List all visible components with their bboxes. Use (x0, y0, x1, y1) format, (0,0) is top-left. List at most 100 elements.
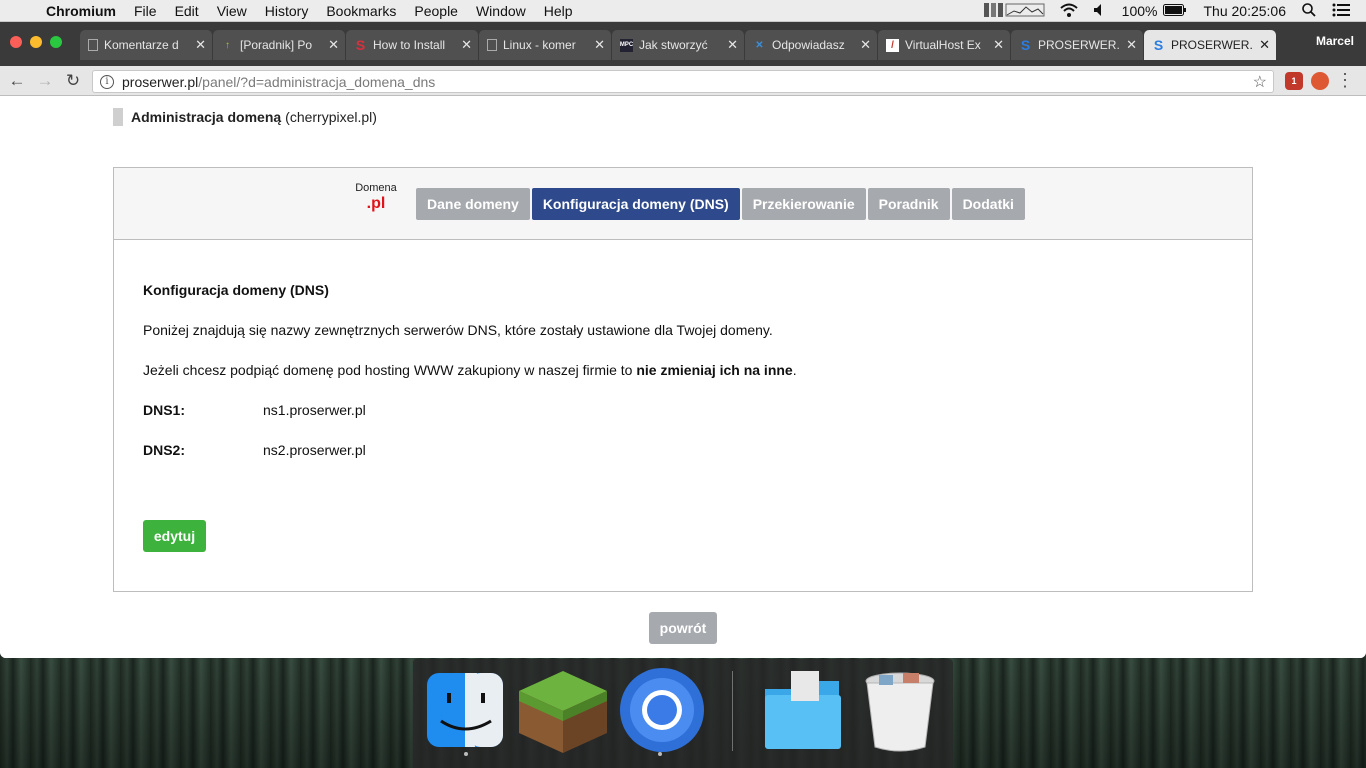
menu-edit[interactable]: Edit (175, 3, 199, 19)
s-logo-icon: S (355, 37, 366, 53)
site-info-icon[interactable]: i (100, 74, 114, 89)
close-window-button[interactable] (10, 36, 22, 48)
browser-tab[interactable]: Linux - komer ✕ (479, 30, 611, 60)
spotlight-search-icon[interactable] (1302, 2, 1316, 20)
menubar-clock[interactable]: Thu 20:25:06 (1203, 3, 1286, 19)
mpc-icon: MPC (620, 38, 633, 52)
browser-tab[interactable]: S How to Install ✕ (346, 30, 478, 60)
menu-view[interactable]: View (217, 3, 247, 19)
menu-help[interactable]: Help (544, 3, 573, 19)
tab-title: Odpowiadasz (772, 38, 845, 52)
tab-poradnik[interactable]: Poradnik (867, 188, 950, 220)
back-button[interactable]: powrót (649, 612, 717, 644)
menu-history[interactable]: History (265, 3, 309, 19)
browser-tab[interactable]: MPC Jak stworzyć ✕ (612, 30, 744, 60)
tab-title: Komentarze d (104, 38, 179, 52)
close-tab-icon[interactable]: ✕ (727, 37, 738, 53)
volume-icon[interactable] (1093, 3, 1106, 19)
running-indicator (464, 752, 468, 756)
browser-window: Komentarze d ✕ ↑ [Poradnik] Po ✕ S How to In… (0, 22, 1366, 658)
trash-icon (865, 672, 935, 752)
browser-menu-icon[interactable]: ⋮ (1336, 70, 1354, 91)
arrow-icon: ↑ (225, 39, 230, 51)
close-tab-icon[interactable]: ✕ (1259, 37, 1270, 53)
chromium-icon (620, 668, 704, 752)
tab-konfiguracja-dns[interactable]: Konfiguracja domeny (DNS) (531, 188, 740, 220)
close-tab-icon[interactable]: ✕ (860, 37, 871, 53)
url-host: proserwer.pl (122, 73, 199, 90)
page-content: Administracja domeną (cherrypixel.pl) Do… (0, 96, 1366, 658)
dock-downloads[interactable] (761, 667, 843, 753)
tab-title: PROSERWER. (1038, 38, 1120, 52)
minecraft-icon (519, 671, 607, 753)
close-tab-icon[interactable]: ✕ (594, 37, 605, 53)
reload-icon[interactable]: ↻ (62, 71, 84, 91)
dock-chromium[interactable] (619, 667, 704, 756)
tab-title: VirtualHost Ex (905, 38, 981, 52)
battery-icon[interactable] (1163, 3, 1187, 19)
tab-dane-domeny[interactable]: Dane domeny (416, 188, 530, 220)
dock-finder[interactable] (425, 667, 507, 756)
breadcrumb-title: Administracja domeną (131, 109, 282, 125)
feather-icon: / (886, 38, 899, 52)
domain-label: Domena .pl (353, 182, 399, 213)
domain-label-text: Domena (355, 182, 397, 194)
domain-tld: .pl (366, 195, 386, 212)
menu-app-name[interactable]: Chromium (46, 3, 116, 19)
extension-icon[interactable]: 1 (1285, 72, 1303, 90)
close-tab-icon[interactable]: ✕ (1126, 37, 1137, 53)
dock-minecraft[interactable] (517, 667, 607, 753)
profile-name[interactable]: Marcel (1316, 34, 1354, 48)
browser-tab-active[interactable]: S PROSERWER. ✕ (1144, 30, 1276, 60)
breadcrumb: Administracja domeną (cherrypixel.pl) (113, 108, 377, 126)
dns-warning-text: Jeżeli chcesz podpiąć domenę pod hosting… (143, 362, 637, 378)
menu-window[interactable]: Window (476, 3, 526, 19)
browser-tab[interactable]: / VirtualHost Ex ✕ (878, 30, 1010, 60)
downloads-folder-icon (765, 671, 841, 749)
browser-toolbar: ← → ↻ i proserwer.pl/panel/?d=administra… (0, 66, 1366, 96)
dns-row: DNS1: ns1.proserwer.pl (143, 402, 366, 418)
section-title: Konfiguracja domeny (DNS) (143, 282, 329, 298)
tab-dodatki[interactable]: Dodatki (951, 188, 1025, 220)
close-tab-icon[interactable]: ✕ (328, 37, 339, 53)
mac-menubar: Chromium File Edit View History Bookmark… (0, 0, 1366, 22)
dns-label: DNS2: (143, 442, 186, 458)
close-tab-icon[interactable]: ✕ (195, 37, 206, 53)
edit-button[interactable]: edytuj (143, 520, 206, 552)
browser-tab[interactable]: Komentarze d ✕ (80, 30, 212, 60)
tab-title: How to Install (373, 38, 446, 52)
duckduckgo-extension-icon[interactable] (1311, 72, 1329, 90)
tab-przekierowanie[interactable]: Przekierowanie (741, 188, 866, 220)
dock (413, 659, 953, 768)
dns-warning: Jeżeli chcesz podpiąć domenę pod hosting… (143, 362, 797, 378)
browser-tab[interactable]: ✕ Odpowiadasz ✕ (745, 30, 877, 60)
address-bar[interactable]: i proserwer.pl/panel/?d=administracja_do… (92, 70, 1274, 93)
close-tab-icon[interactable]: ✕ (993, 37, 1004, 53)
finder-icon (427, 673, 503, 747)
domain-panel: Domena .pl Dane domeny Konfiguracja dome… (113, 167, 1253, 592)
dock-trash[interactable] (859, 667, 941, 753)
dns-warning-end: . (792, 362, 797, 378)
battery-percent[interactable]: 100% (1122, 3, 1158, 19)
minimize-window-button[interactable] (30, 36, 42, 48)
browser-tab[interactable]: ↑ [Poradnik] Po ✕ (213, 30, 345, 60)
url-path: /panel/?d=administracja_domena_dns (198, 73, 436, 90)
back-arrow-icon[interactable]: ← (6, 71, 28, 91)
menu-file[interactable]: File (134, 3, 157, 19)
tab-title: Jak stworzyć (639, 38, 708, 52)
proserwer-icon: S (1153, 37, 1164, 53)
dns-warning-emphasis: nie zmieniaj ich na inne (636, 362, 793, 378)
notification-center-icon[interactable] (1332, 3, 1350, 20)
close-tab-icon[interactable]: ✕ (461, 37, 472, 53)
menu-bookmarks[interactable]: Bookmarks (326, 3, 396, 19)
zoom-window-button[interactable] (50, 36, 62, 48)
dns-description: Poniżej znajdują się nazwy zewnętrznych … (143, 322, 773, 338)
wifi-icon[interactable] (1060, 3, 1078, 20)
status-monitor-icon[interactable] (983, 2, 1046, 21)
menu-people[interactable]: People (414, 3, 458, 19)
forward-arrow-icon[interactable]: → (34, 71, 56, 91)
browser-tab[interactable]: S PROSERWER. ✕ (1011, 30, 1143, 60)
page-icon (88, 39, 98, 51)
proserwer-icon: S (1020, 37, 1031, 53)
bookmark-star-icon[interactable]: ☆ (1253, 72, 1267, 92)
